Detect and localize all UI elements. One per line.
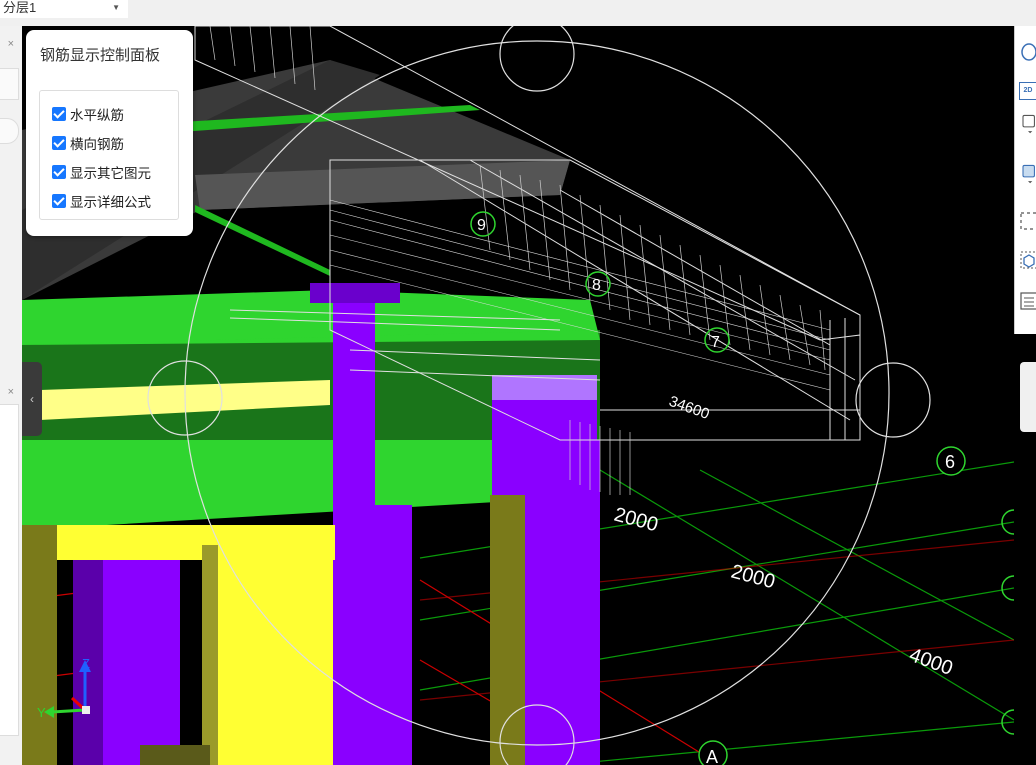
right-view-toolbar: 2D <box>1014 26 1036 334</box>
selection-icon[interactable] <box>1019 211 1036 231</box>
box-view-icon[interactable] <box>1019 114 1036 134</box>
checkbox-checked-icon[interactable] <box>52 165 66 179</box>
axis-label-y: Y <box>37 705 46 720</box>
2d-view-label: 2D <box>1023 87 1033 94</box>
list-icon[interactable] <box>1019 291 1036 311</box>
rebar-display-panel: 钢筋显示控制面板 水平纵筋 横向钢筋 显示其它图元 显示详细公式 <box>26 30 193 236</box>
checkbox-label: 显示其它图元 <box>70 166 151 181</box>
checkbox-label: 显示详细公式 <box>70 195 151 210</box>
bar-number-label: 8 <box>592 277 601 294</box>
checkbox-checked-icon[interactable] <box>52 194 66 208</box>
olive-column <box>490 495 525 765</box>
right-panel-tab[interactable] <box>1020 362 1036 432</box>
olive-column <box>140 745 210 765</box>
checkbox-horizontal-rebar[interactable]: 水平纵筋 <box>52 104 124 124</box>
3d-cube-icon[interactable] <box>1019 250 1036 270</box>
left-panel-input[interactable] <box>0 68 19 100</box>
top-toolbar: 分层1 ▼ <box>0 0 1036 26</box>
chevron-left-icon: ‹ <box>30 392 34 406</box>
checkbox-label: 横向钢筋 <box>70 137 124 152</box>
close-icon[interactable]: × <box>0 38 14 50</box>
layer-dropdown-value: 分层1 <box>3 0 37 15</box>
left-panel-toggle[interactable] <box>0 118 19 144</box>
left-side-panel: × × <box>0 26 22 765</box>
checkbox-label: 水平纵筋 <box>70 108 124 123</box>
checkbox-checked-icon[interactable] <box>52 107 66 121</box>
axis-label-z: Z <box>82 656 90 671</box>
checkbox-checked-icon[interactable] <box>52 136 66 150</box>
collapse-panel-button[interactable]: ‹ <box>22 362 42 436</box>
olive-column <box>202 545 218 765</box>
bar-number-label: 9 <box>477 217 486 234</box>
orbit-icon[interactable] <box>1019 42 1036 62</box>
left-panel-list <box>0 404 19 736</box>
chevron-down-icon: ▼ <box>112 3 120 12</box>
purple-column <box>340 505 412 765</box>
close-icon[interactable]: × <box>0 386 14 398</box>
grid-axis-label: A <box>706 747 718 765</box>
olive-column <box>22 525 57 765</box>
grid-axis-label: 6 <box>945 452 955 472</box>
layer-dropdown[interactable]: 分层1 ▼ <box>0 0 128 18</box>
checkbox-other-elements[interactable]: 显示其它图元 <box>52 162 151 182</box>
bar-number-label: 7 <box>711 334 720 351</box>
checkbox-transverse-rebar[interactable]: 横向钢筋 <box>52 133 124 153</box>
solid-view-icon[interactable] <box>1019 164 1036 184</box>
purple-column <box>100 555 180 765</box>
checkbox-detailed-formula[interactable]: 显示详细公式 <box>52 191 151 211</box>
purple-column-cap <box>310 283 400 303</box>
2d-view-icon[interactable]: 2D <box>1019 82 1036 100</box>
panel-title: 钢筋显示控制面板 <box>40 47 161 64</box>
panel-options-box: 水平纵筋 横向钢筋 显示其它图元 显示详细公式 <box>39 90 179 220</box>
purple-column <box>525 440 600 765</box>
yellow-column <box>215 545 333 765</box>
